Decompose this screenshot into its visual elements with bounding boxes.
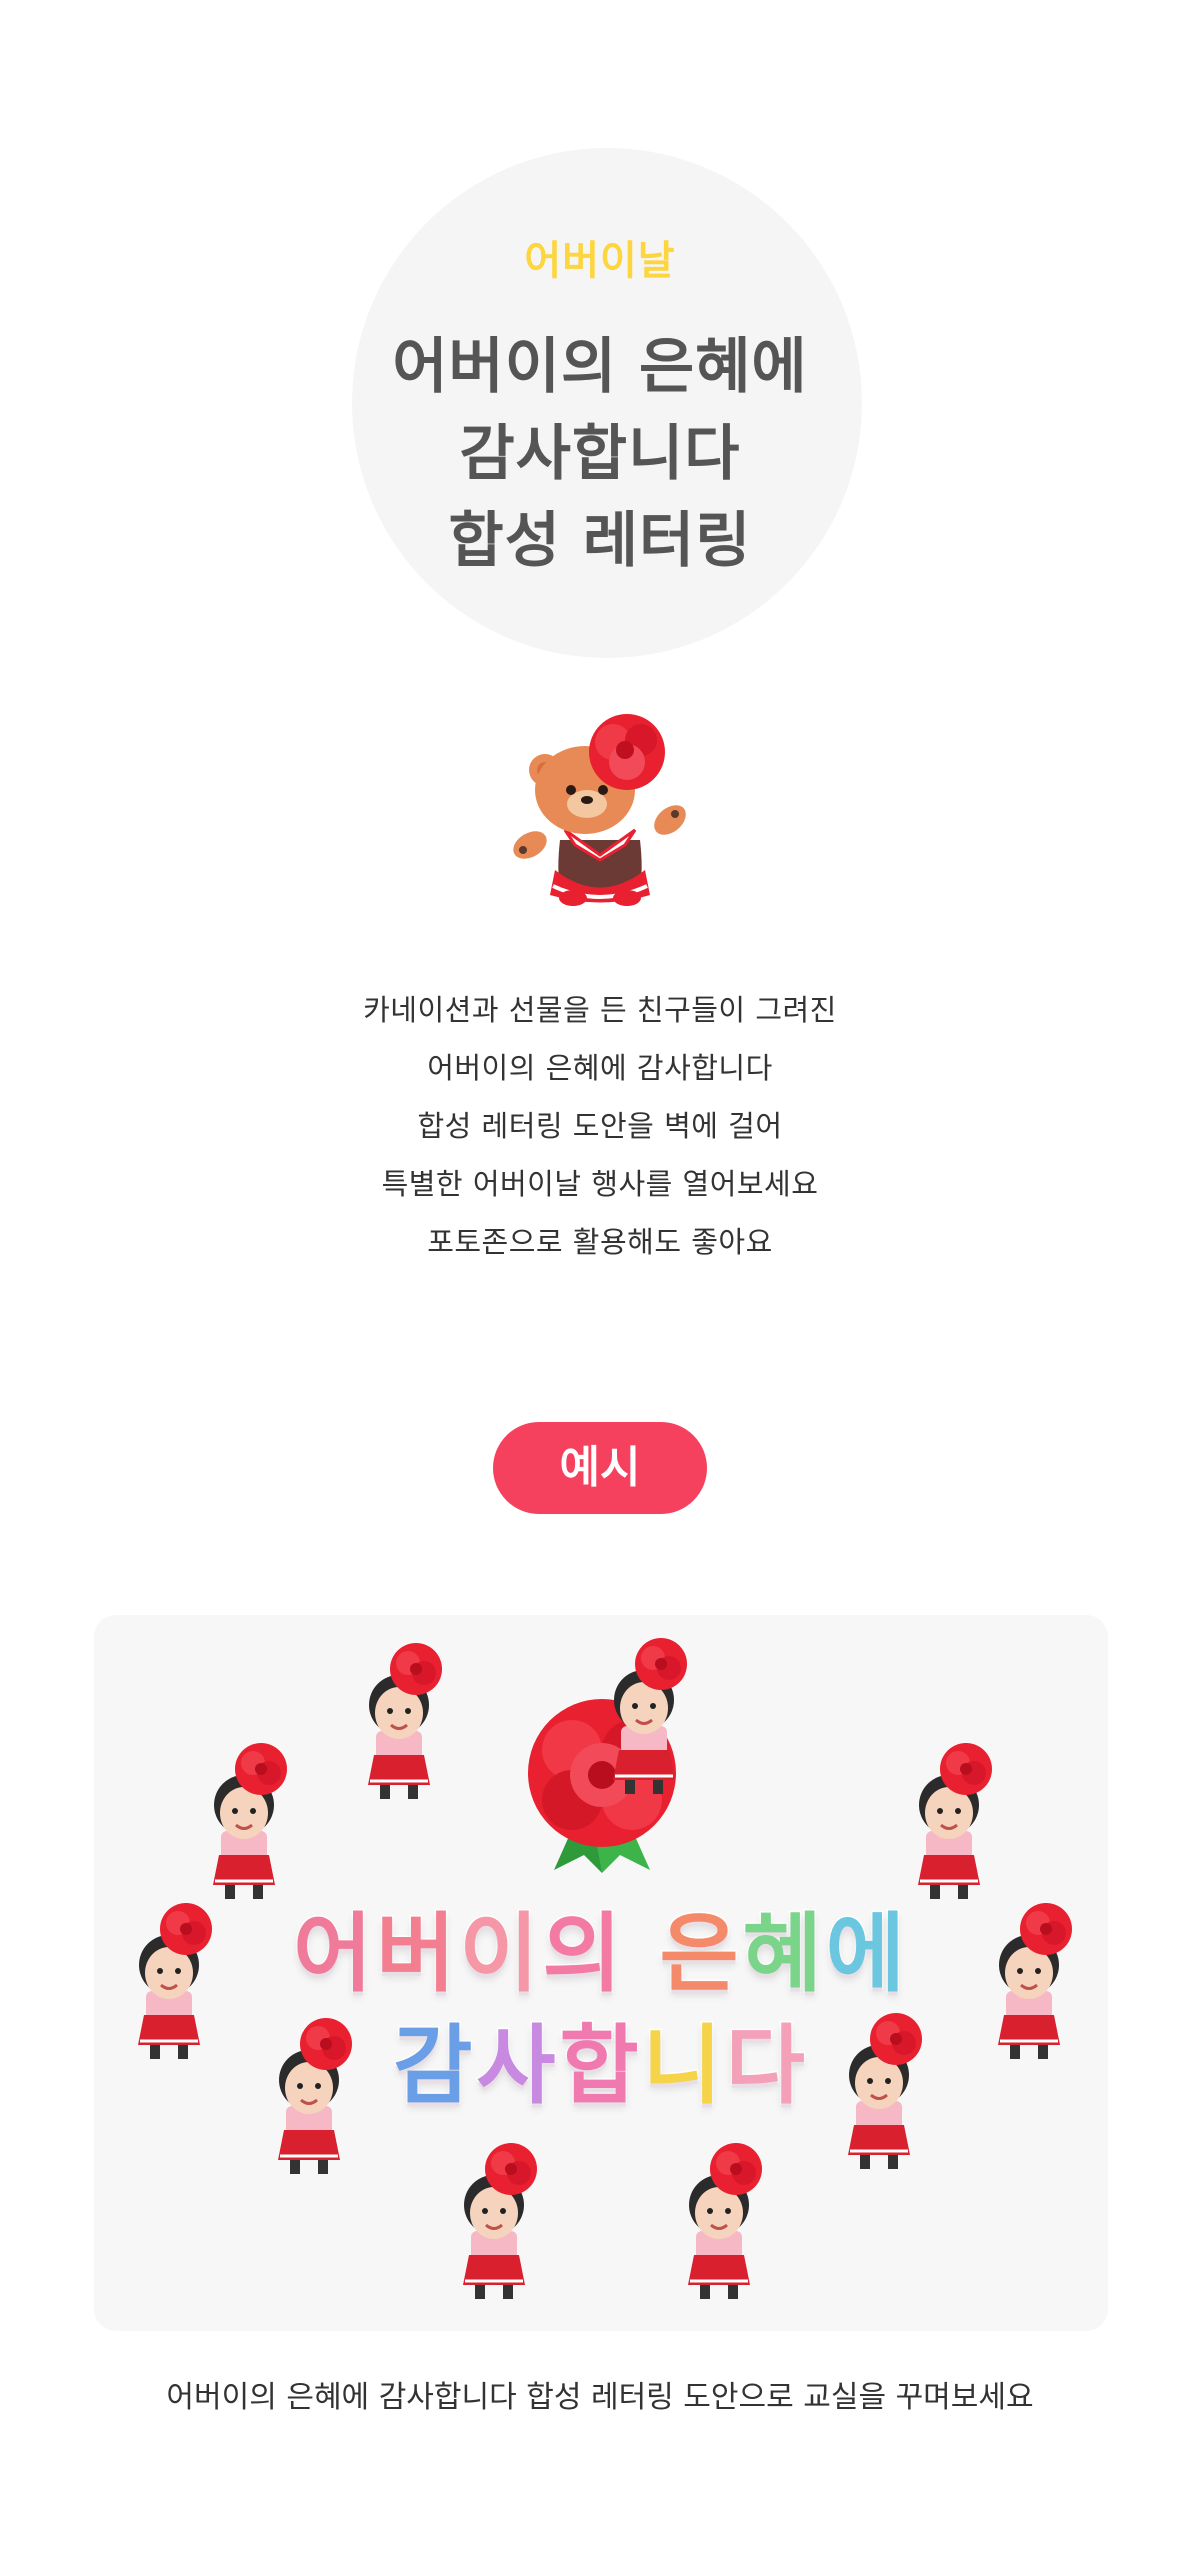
- description-line-1: 카네이션과 선물을 든 친구들이 그려진: [363, 993, 837, 1027]
- kid-figure-3: [213, 1743, 287, 1899]
- hero-title-line-1: 어버이의 은혜에: [392, 332, 808, 402]
- lettering-line-2: 감사합니다: [94, 1995, 1108, 2120]
- kid-figure-2: [613, 1638, 687, 1794]
- lettering-line-2-char-3: 니: [641, 2015, 726, 2118]
- hero-title-line-3: 합성 레터링: [448, 506, 752, 576]
- example-caption: 어버이의 은혜에 감사합니다 합성 레터링 도안으로 교실을 꾸며보세요: [166, 2380, 1034, 2415]
- lettering-line-1-char-6: 혜: [741, 1903, 826, 2006]
- kid-figure-5: [138, 1903, 212, 2059]
- kid-figure-4: [918, 1743, 992, 1899]
- kid-figure-8: [848, 2013, 922, 2169]
- hero-title-line-2: 감사합니다: [459, 419, 741, 489]
- lettering-line-1-char-4: [626, 1904, 660, 2004]
- lettering-line-2-char-1: 사: [475, 2015, 560, 2118]
- description-line-2: 어버이의 은혜에 감사합니다: [427, 1051, 773, 1085]
- lettering-line-1-char-3: 의: [541, 1903, 626, 2006]
- example-preview-card: 어버이의 은혜에 감사합니다: [94, 1615, 1108, 2331]
- description-line-5: 포토존으로 활용해도 좋아요: [427, 1225, 773, 1259]
- bear-mascot-icon: [513, 714, 686, 906]
- lettering-line-2-char-2: 합: [558, 2015, 643, 2118]
- description-line-3: 합성 레터링 도안을 벽에 걸어: [417, 1109, 783, 1143]
- kid-figure-6: [998, 1903, 1072, 2059]
- lettering-line-1-char-0: 어: [292, 1903, 377, 2006]
- kid-figure-10: [688, 2143, 762, 2299]
- description-line-4: 특별한 어버이날 행사를 열어보세요: [381, 1167, 819, 1201]
- lettering-line-1-char-5: 은: [658, 1903, 743, 2006]
- lettering-line-2-char-0: 감: [392, 2015, 477, 2118]
- lettering-line-1-char-1: 버: [375, 1903, 460, 2006]
- lettering-line-2-char-4: 다: [724, 2015, 809, 2118]
- kid-figure-9: [463, 2143, 537, 2299]
- lettering-line-1-char-2: 이: [458, 1903, 543, 2006]
- example-badge: 예시: [493, 1422, 707, 1514]
- hero-subtitle: 어버이날: [524, 238, 676, 284]
- kid-figure-7: [278, 2018, 352, 2174]
- kid-figure-1: [368, 1643, 442, 1799]
